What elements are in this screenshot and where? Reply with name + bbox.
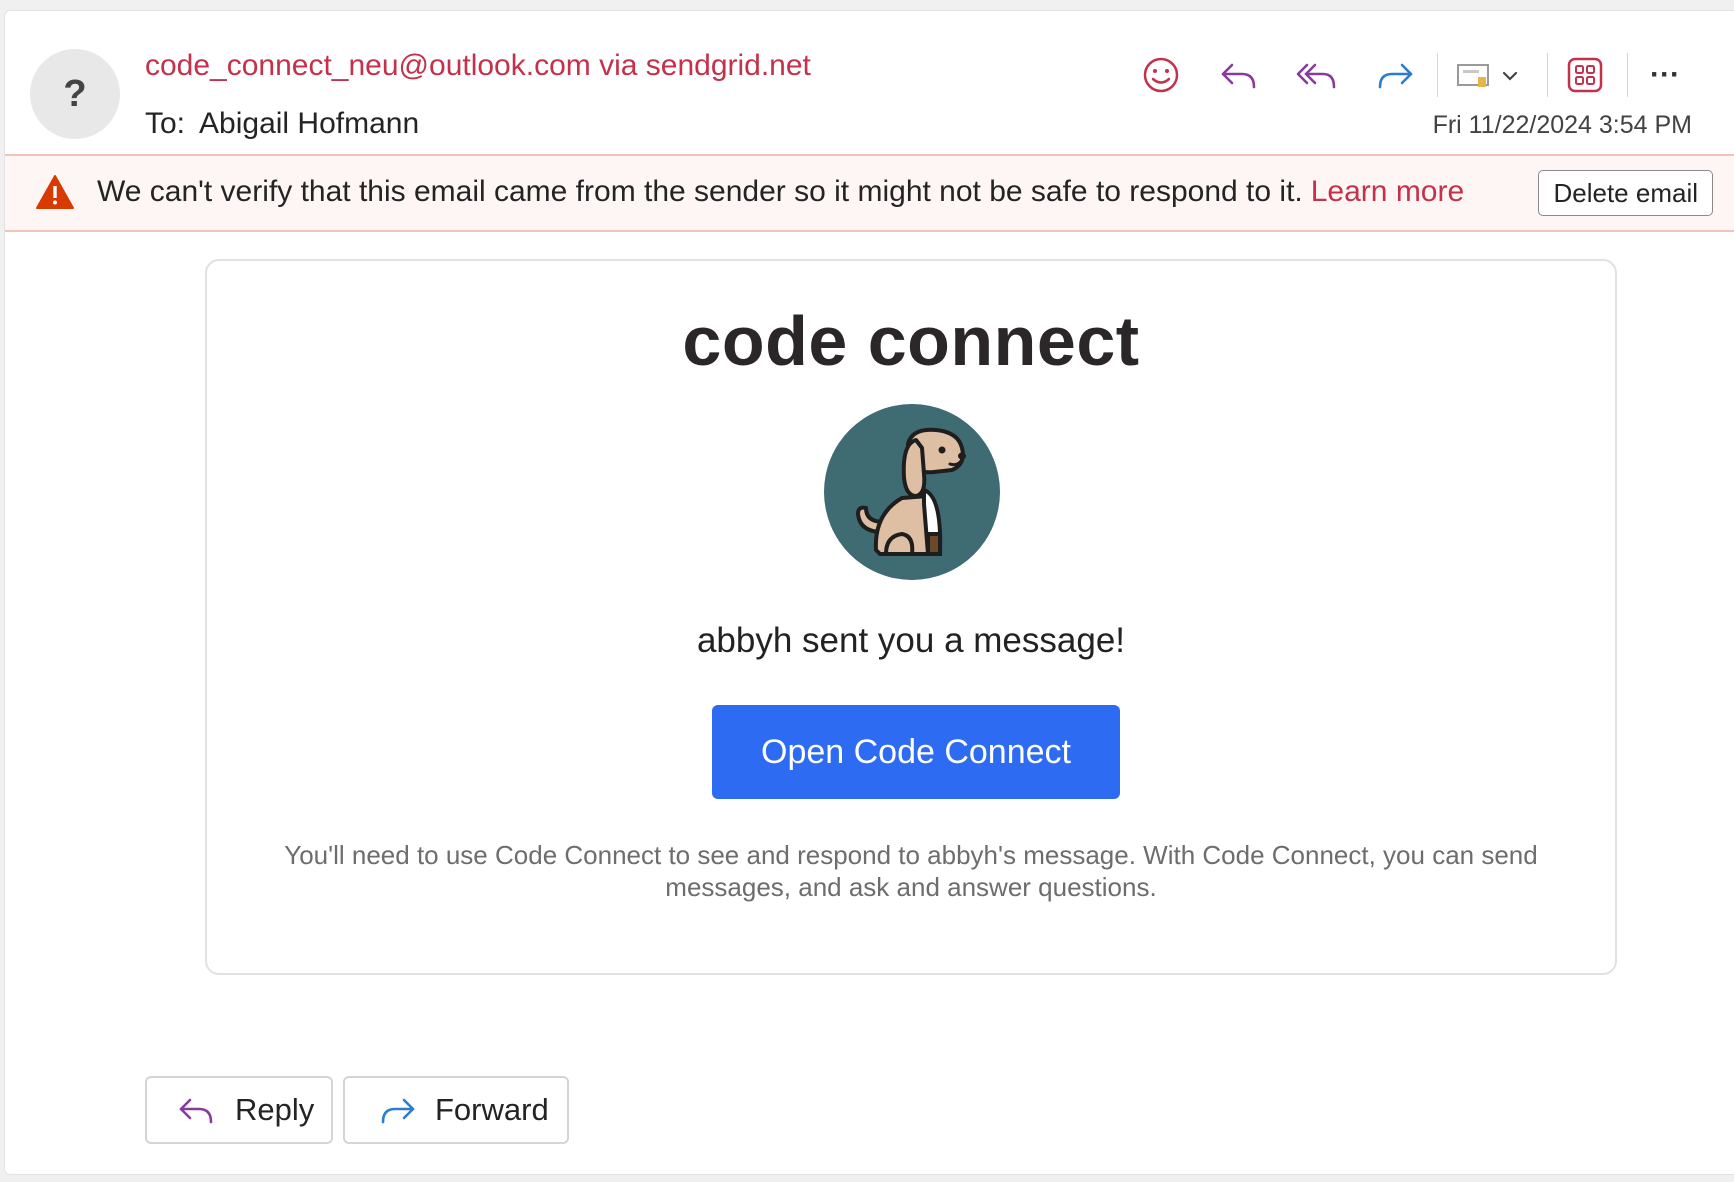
learn-more-link[interactable]: Learn more: [1311, 175, 1464, 208]
unknown-sender-glyph: ?: [63, 72, 87, 115]
reply-label: Reply: [235, 1092, 315, 1127]
brand-logo-text: code connect: [682, 302, 1140, 380]
reply-icon: [177, 1094, 217, 1126]
reply-all-icon[interactable]: [1291, 47, 1343, 103]
forward-label: Forward: [435, 1092, 549, 1127]
open-code-connect-button[interactable]: Open Code Connect: [712, 705, 1120, 799]
apps-icon[interactable]: [1559, 47, 1611, 103]
forward-button[interactable]: Forward: [343, 1076, 569, 1144]
toolbar-divider: [1547, 53, 1548, 97]
received-timestamp: Fri 11/22/2024 3:54 PM: [1432, 111, 1692, 139]
recipient-name[interactable]: Abigail Hofmann: [199, 107, 419, 140]
toolbar-divider: [1627, 53, 1628, 97]
toolbar-divider: [1437, 53, 1438, 97]
message-fine-print: You'll need to use Code Connect to see a…: [284, 840, 1538, 902]
sender-address[interactable]: code_connect_neu@outlook.com via sendgri…: [145, 49, 811, 83]
warning-text: We can't verify that this email came fro…: [97, 175, 1303, 208]
emoji-reaction-icon[interactable]: [1135, 47, 1187, 103]
reply-icon[interactable]: [1213, 47, 1265, 103]
email-reading-pane: ? code_connect_neu@outlook.com via sendg…: [4, 10, 1734, 1175]
sender-avatar[interactable]: ?: [30, 49, 120, 139]
message-headline: abbyh sent you a message!: [696, 621, 1126, 660]
forward-icon[interactable]: [1369, 47, 1421, 103]
sender-warning-banner: We can't verify that this email came fro…: [5, 154, 1734, 232]
tag-dropdown-icon[interactable]: [1449, 47, 1529, 103]
forward-icon: [377, 1094, 417, 1126]
recipient-line: To: Abigail Hofmann: [145, 107, 419, 141]
to-label: To:: [145, 107, 186, 140]
dog-avatar-icon: [824, 404, 1000, 580]
reply-button[interactable]: Reply: [145, 1076, 333, 1144]
warning-message: We can't verify that this email came fro…: [97, 175, 1464, 209]
delete-email-button[interactable]: Delete email: [1538, 170, 1713, 216]
warning-triangle-icon: [36, 175, 74, 209]
message-body-card: code connect abbyh sent you a message! O…: [205, 259, 1617, 975]
more-options-icon[interactable]: ···: [1639, 47, 1691, 103]
